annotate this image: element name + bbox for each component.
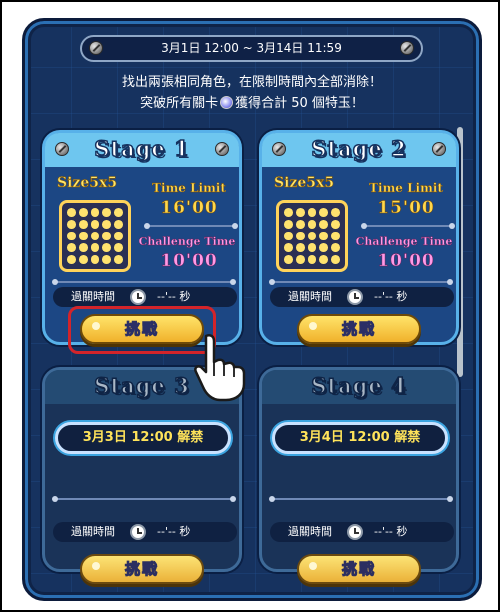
stage-info: Size5x5 Time Limit 16'00 Challenge Time … — [45, 167, 239, 297]
stage-title: Stage 4 — [311, 372, 407, 399]
challenge-button-stage-4[interactable]: 挑戰 — [297, 554, 421, 584]
divider — [52, 496, 236, 502]
screw-icon — [55, 142, 69, 156]
clear-time-value: --'-- 秒 — [157, 290, 191, 303]
event-period-bar: 3月1日 12:00 ~ 3月14日 11:59 — [80, 35, 423, 62]
event-period-text: 3月1日 12:00 ~ 3月14日 11:59 — [161, 41, 342, 55]
time-limit-label: Time Limit — [369, 181, 443, 195]
clear-time-label: 過關時間 — [288, 525, 332, 538]
clear-time-row: 過關時間 --'-- 秒 — [53, 287, 237, 307]
challenge-time-label: Challenge Time — [355, 235, 453, 248]
screenshot-frame: 3月1日 12:00 ~ 3月14日 11:59 找出兩張相同角色，在限制時間內… — [0, 0, 500, 612]
description-line-2: 突破所有關卡 獲得合計 50 個特玉！ — [140, 96, 364, 111]
event-description: 找出兩張相同角色，在限制時間內全部消除！ 突破所有關卡 獲得合計 50 個特玉！ — [62, 72, 442, 114]
description-line-1: 找出兩張相同角色，在限制時間內全部消除！ — [121, 75, 382, 90]
stage-card-header: Stage 4 — [262, 370, 456, 404]
time-limit-value: 15'00 — [377, 198, 435, 219]
divider — [52, 279, 236, 285]
challenge-time-value: 10'00 — [160, 251, 218, 272]
time-limit-label: Time Limit — [152, 181, 226, 195]
stage-info: Size5x5 Time Limit 15'00 Challenge Time … — [262, 167, 456, 297]
challenge-time-label: Challenge Time — [138, 235, 236, 248]
unlock-date-badge: 3月3日 12:00 解禁 — [55, 422, 231, 454]
grid-5x5-icon — [276, 200, 348, 272]
clear-time-value: --'-- 秒 — [374, 290, 408, 303]
stage-title: Stage 2 — [311, 135, 407, 162]
screw-icon — [432, 142, 446, 156]
grid-5x5-icon — [59, 200, 131, 272]
clear-time-row: 過關時間 --'-- 秒 — [270, 522, 454, 542]
challenge-button-stage-2[interactable]: 挑戰 — [297, 314, 421, 344]
clear-time-value: --'-- 秒 — [157, 525, 191, 538]
challenge-button-stage-3[interactable]: 挑戰 — [80, 554, 204, 584]
screw-icon — [89, 41, 103, 55]
stage-title: Stage 3 — [94, 372, 190, 399]
clear-time-row: 過關時間 --'-- 秒 — [270, 287, 454, 307]
clear-time-row: 過關時間 --'-- 秒 — [53, 522, 237, 542]
clear-time-label: 過關時間 — [71, 525, 115, 538]
divider — [144, 223, 238, 229]
clock-icon — [347, 289, 363, 305]
clock-icon — [130, 524, 146, 540]
gem-icon — [220, 96, 234, 109]
pointing-hand-icon — [194, 333, 246, 402]
grid-size-label: Size5x5 — [57, 175, 118, 192]
divider — [269, 279, 453, 285]
time-limit-value: 16'00 — [160, 198, 218, 219]
screw-icon — [400, 41, 414, 55]
clear-time-value: --'-- 秒 — [374, 525, 408, 538]
stage-card-header: Stage 2 — [262, 133, 456, 167]
stage-card-2: Stage 2 Size5x5 Time Limit 15'00 Challen… — [259, 130, 459, 345]
challenge-time-value: 10'00 — [377, 251, 435, 272]
stage-card-header: Stage 1 — [45, 133, 239, 167]
unlock-date-badge: 3月4日 12:00 解禁 — [272, 422, 448, 454]
clock-icon — [130, 289, 146, 305]
screw-icon — [215, 142, 229, 156]
screw-icon — [272, 142, 286, 156]
clear-time-label: 過關時間 — [71, 290, 115, 303]
stage-title: Stage 1 — [94, 135, 190, 162]
clear-time-label: 過關時間 — [288, 290, 332, 303]
clock-icon — [347, 524, 363, 540]
stage-card-4: Stage 4 3月4日 12:00 解禁 過關時間 --'-- 秒 — [259, 367, 459, 572]
divider — [269, 496, 453, 502]
grid-size-label: Size5x5 — [274, 175, 335, 192]
divider — [361, 223, 455, 229]
